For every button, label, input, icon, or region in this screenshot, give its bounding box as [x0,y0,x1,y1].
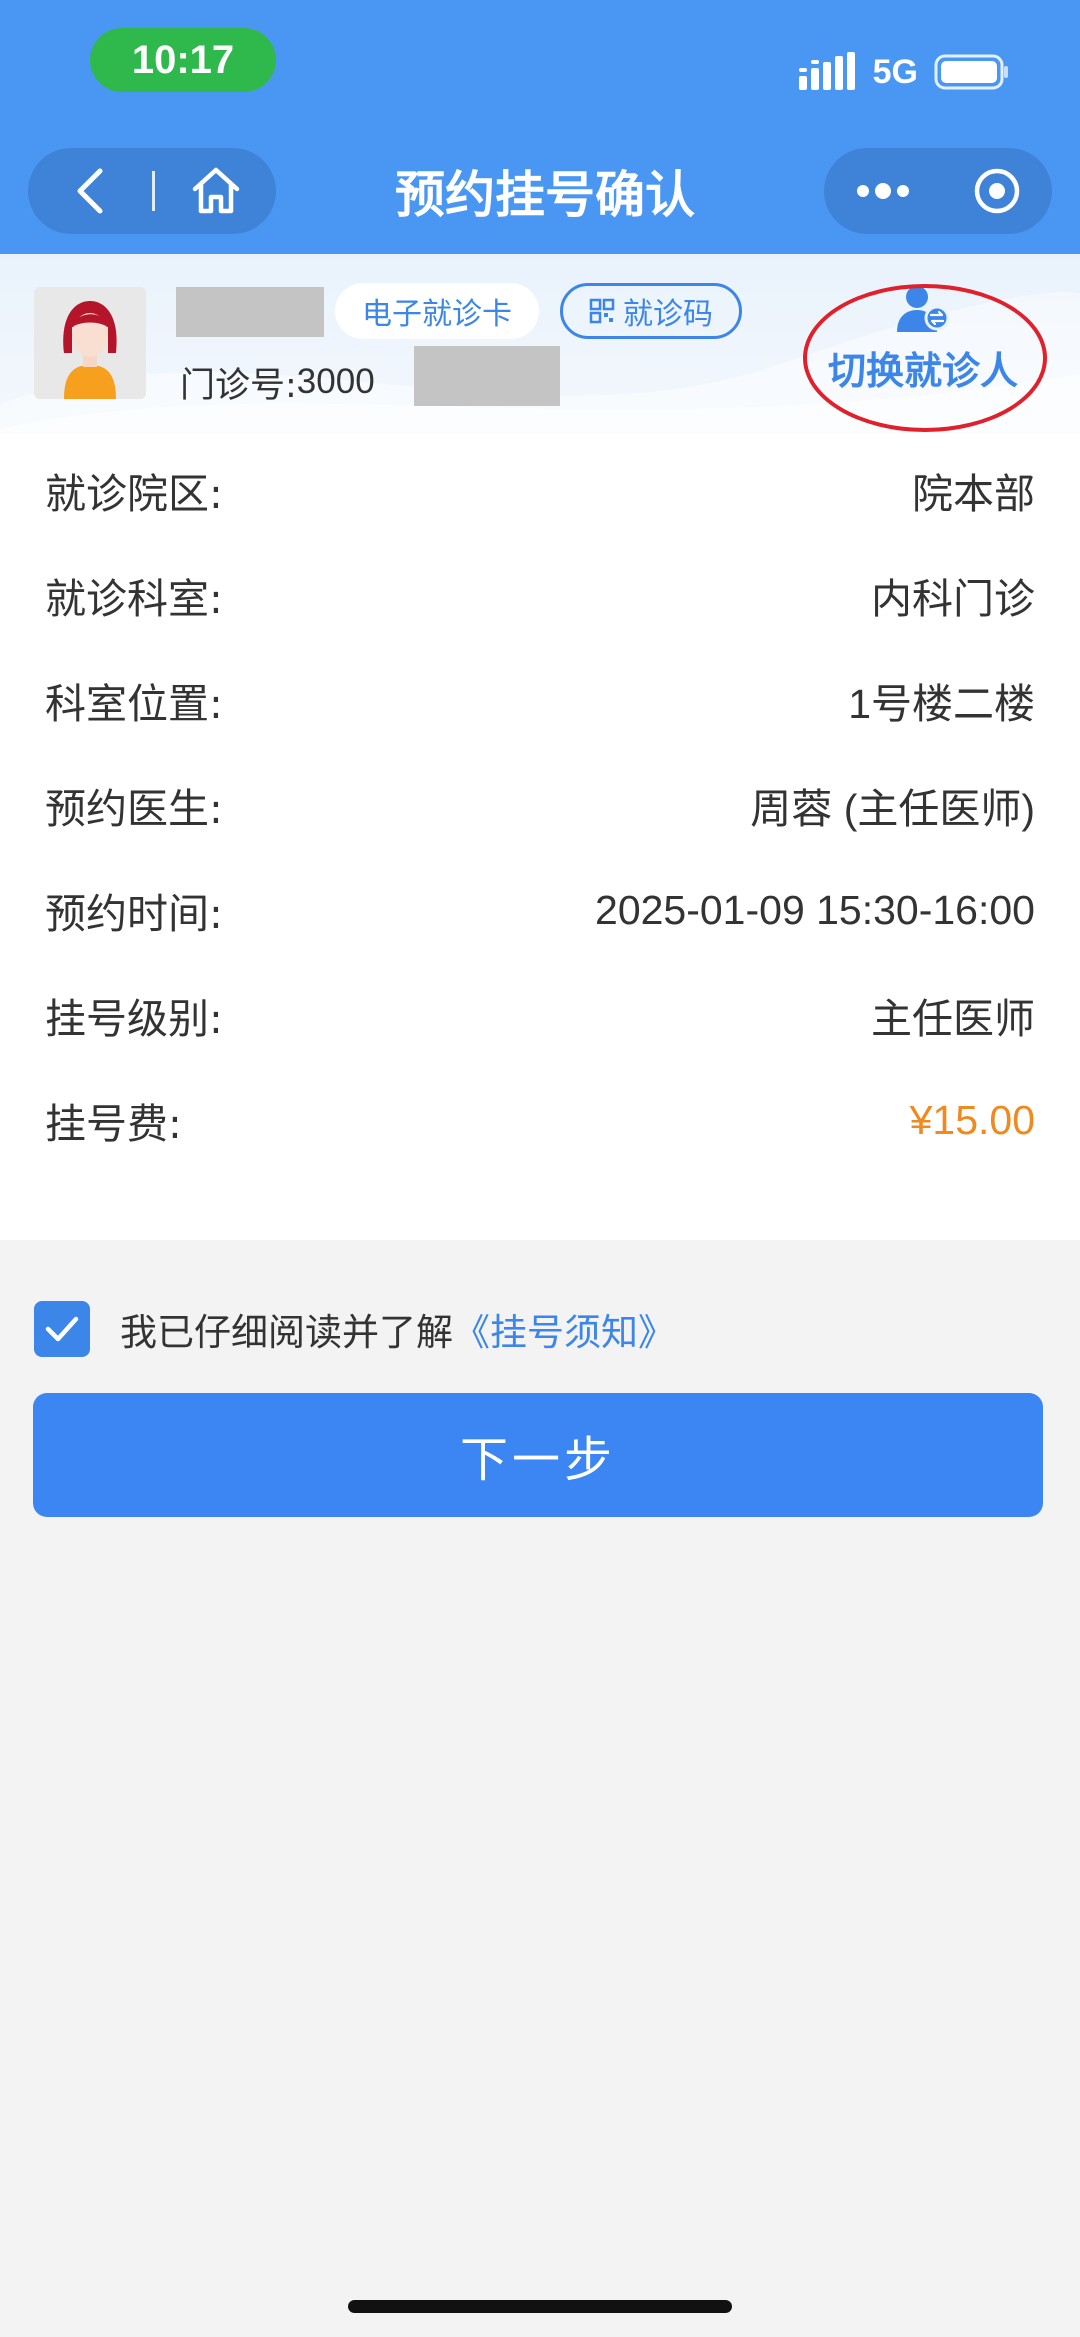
detail-label: 就诊科室: [45,575,223,623]
detail-row-campus: 就诊院区: 院本部 [0,438,1080,542]
back-icon [77,168,103,214]
detail-value: 2025-01-09 15:30-16:00 [595,886,1035,933]
qrcode-icon [589,298,615,324]
home-icon [192,167,239,214]
network-type: 5G [872,52,918,91]
detail-value: 主任医师 [871,996,1035,1042]
home-button[interactable] [155,148,276,234]
detail-label: 挂号费: [45,1100,182,1148]
nav-capsule-right [824,148,1052,234]
switch-user-icon [897,286,950,332]
clinic-number-redacted [414,346,560,406]
detail-label: 预约医生: [45,785,223,833]
detail-value: 院本部 [912,471,1035,517]
detail-row-level: 挂号级别: 主任医师 [0,963,1080,1067]
registration-fee: ¥15.00 [909,1096,1035,1143]
detail-row-department: 就诊科室: 内科门诊 [0,543,1080,647]
detail-label: 预约时间: [45,890,223,938]
visit-code-button[interactable]: 就诊码 [560,283,742,339]
agreement-text: 我已仔细阅读并了解 [120,1311,453,1354]
detail-label: 就诊院区: [45,470,223,518]
detail-row-location: 科室位置: 1号楼二楼 [0,648,1080,752]
clinic-number-value: 3000 [296,362,375,401]
home-indicator[interactable] [348,2300,732,2313]
detail-label: 挂号级别: [45,995,223,1043]
status-icons: 5G [798,48,1010,96]
back-button[interactable] [28,148,152,234]
agreement-checkbox[interactable] [34,1301,90,1357]
more-icon [857,183,909,199]
avatar [34,287,146,399]
female-avatar-icon [34,287,146,399]
visit-code-label: 就诊码 [623,297,713,332]
clinic-number: 门诊号: 3000 [180,354,375,410]
detail-row-doctor: 预约医生: 周蓉 (主任医师) [0,753,1080,857]
patient-card: 电子就诊卡 就诊码 门诊号: 3000 切换就诊人 [0,254,1080,434]
battery-icon [934,54,1008,90]
registration-notice-link[interactable]: 《挂号须知》 [453,1302,675,1356]
status-time: 10:17 [90,28,276,92]
agreement-row: 我已仔细阅读并了解 《挂号须知》 [34,1300,675,1358]
more-button[interactable] [824,148,942,234]
ecard-tag-button[interactable]: 电子就诊卡 [335,283,539,339]
switch-patient-button[interactable]: 切换就诊人 [808,284,1038,414]
signal-icon [798,52,855,90]
detail-value: 周蓉 (主任医师) [750,786,1035,832]
target-icon [974,168,1020,214]
next-step-button[interactable]: 下一步 [33,1393,1043,1517]
page-title: 预约挂号确认 [395,166,695,224]
patient-name-redacted [176,287,324,337]
nav-capsule-left [28,148,276,234]
detail-row-time: 预约时间: 2025-01-09 15:30-16:00 [0,858,1080,962]
close-miniapp-button[interactable] [942,148,1052,234]
detail-row-fee: 挂号费: ¥15.00 [0,1068,1080,1172]
detail-value: 内科门诊 [871,576,1035,622]
clinic-number-label: 门诊号: [180,365,297,406]
switch-patient-label: 切换就诊人 [827,349,1018,393]
checkmark-icon [45,1316,79,1342]
app-header: 10:17 5G 预约挂号确认 [0,0,1080,254]
appointment-details: 就诊院区: 院本部 就诊科室: 内科门诊 科室位置: 1号楼二楼 预约医生: 周… [0,434,1080,1240]
detail-label: 科室位置: [45,680,223,728]
detail-value: 1号楼二楼 [848,681,1035,727]
